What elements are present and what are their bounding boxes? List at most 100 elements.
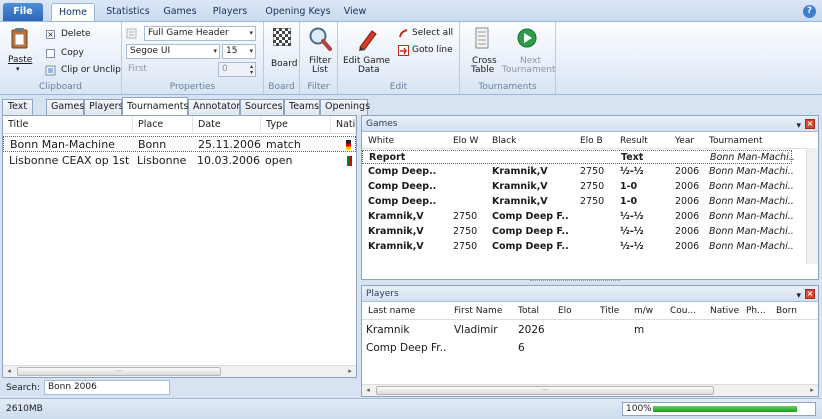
column-year[interactable]: Year (675, 133, 694, 149)
tab-opening-keys[interactable]: Opening Keys (262, 3, 334, 22)
game-year: 2006 (675, 211, 700, 222)
copy-button[interactable]: Copy (38, 47, 118, 60)
tab-doc-players[interactable]: Players (84, 99, 124, 115)
tab-statistics[interactable]: Statistics (100, 3, 156, 22)
tournament-row[interactable]: Lisbonne CEAX op 1st Lisbonne 10.03.2006… (3, 153, 356, 169)
board-group-title: Board (268, 82, 295, 92)
edit-group: Edit Game Data Select all Goto line Edit (338, 22, 460, 94)
tab-openings[interactable]: Openings (320, 99, 370, 115)
next-tournament-button[interactable]: Next Tournament (500, 25, 555, 75)
scroll-thumb[interactable]: ⋯ (17, 367, 221, 376)
tab-text[interactable]: Text (2, 99, 33, 115)
first-label: First (128, 64, 147, 74)
player-total: 6 (518, 342, 525, 354)
game-row[interactable]: Comp Deep.. Kramnik,V 2750 ½-½ 2006 Bonn Man-… (362, 165, 793, 179)
column-born[interactable]: Born (776, 303, 797, 320)
tab-teams[interactable]: Teams (284, 99, 320, 115)
tab-view[interactable]: View (340, 3, 370, 22)
goto-line-button[interactable]: Goto line (396, 44, 458, 58)
paste-button[interactable]: Paste ▾ (4, 25, 34, 77)
column-type[interactable]: Type (261, 116, 331, 134)
game-tournament: Bonn Man-Machi.. (709, 196, 793, 207)
scroll-thumb[interactable]: ⋯ (376, 386, 714, 395)
column-mw[interactable]: m/w (634, 303, 653, 320)
players-horizontal-scrollbar[interactable]: ◂ ⋯ ▸ (362, 384, 818, 396)
game-row[interactable]: Comp Deep.. Kramnik,V 2750 1-0 2006 Bonn Man-… (362, 195, 793, 209)
column-elo-w[interactable]: Elo W (453, 133, 478, 149)
filter-group: Filter List Filter (300, 22, 338, 94)
column-result[interactable]: Result (620, 133, 648, 149)
game-result: ½-½ (620, 241, 644, 252)
board-button[interactable]: Board (266, 25, 298, 73)
header-style-combo[interactable]: Full Game Header ▾ (144, 26, 256, 41)
help-icon[interactable]: ? (803, 5, 816, 18)
game-tournament: Bonn Man-Machi.. (709, 226, 793, 237)
tab-doc-games[interactable]: Games (46, 99, 84, 115)
clip-or-unclip-button[interactable]: Clip or Unclip (38, 64, 121, 77)
column-player-title[interactable]: Title (600, 303, 619, 320)
pane-splitter[interactable] (530, 280, 620, 283)
player-row[interactable]: Kramnik Vladimir 2026 m (362, 322, 792, 339)
players-panel-header: Players ▾ × (362, 286, 818, 302)
column-nation[interactable]: Nati (331, 116, 356, 134)
column-native[interactable]: Native (710, 303, 739, 320)
search-input[interactable]: Bonn 2006 (44, 380, 170, 395)
tournament-list-header: Title Place Date Type Nati (3, 116, 356, 134)
game-row[interactable]: Kramnik,V 2750 Comp Deep F.. ½-½ 2006 Bonn Ma… (362, 240, 793, 254)
font-size-combo[interactable]: 15 ▾ (222, 44, 256, 59)
cross-table-button[interactable]: Cross Table (464, 25, 500, 75)
column-title[interactable]: Title (3, 116, 133, 134)
first-stepper[interactable]: 0 ▴ ▾ (218, 62, 256, 77)
column-total[interactable]: Total (518, 303, 539, 320)
tab-sources[interactable]: Sources (240, 99, 284, 115)
ribbon-tab-bar: File Home Statistics Games Players Openi… (0, 0, 822, 22)
tab-games[interactable]: Games (160, 3, 200, 22)
scroll-left-icon[interactable]: ◂ (3, 366, 15, 377)
dropdown-icon[interactable]: ▾ (796, 118, 801, 134)
player-first-name: Vladimir (454, 324, 498, 336)
tournament-date: 25.11.2006 (198, 138, 261, 151)
column-elo[interactable]: Elo (558, 303, 572, 320)
horizontal-scrollbar[interactable]: ◂ ⋯ ▸ (3, 365, 356, 377)
tournament-row[interactable]: Bonn Man-Machine Bonn 25.11.2006 match (3, 136, 356, 152)
paste-label: Paste (8, 55, 33, 65)
tab-annotator[interactable]: Annotator (188, 99, 240, 115)
game-row[interactable]: Comp Deep.. Kramnik,V 2750 1-0 2006 Bonn Man-… (362, 180, 793, 194)
tab-file[interactable]: File (3, 3, 43, 22)
status-bar: 2610MB 100% (0, 398, 822, 419)
game-row[interactable]: Kramnik,V 2750 Comp Deep F.. ½-½ 2006 Bonn Ma… (362, 225, 793, 239)
goto-line-label: Goto line (412, 45, 453, 55)
game-elo-w: 2750 (453, 226, 478, 237)
close-icon[interactable]: × (805, 289, 815, 299)
delete-button[interactable]: × Delete (38, 28, 118, 41)
tab-players[interactable]: Players (208, 3, 252, 22)
column-last-name[interactable]: Last name (368, 303, 415, 320)
dropdown-icon[interactable]: ▾ (796, 288, 801, 304)
column-black[interactable]: Black (492, 133, 516, 149)
column-place[interactable]: Place (133, 116, 193, 134)
column-tournament[interactable]: Tournament (709, 133, 762, 149)
tab-home[interactable]: Home (51, 3, 95, 22)
scroll-right-icon[interactable]: ▸ (344, 366, 356, 377)
close-icon[interactable]: × (805, 119, 815, 129)
column-country[interactable]: Cou... (670, 303, 696, 320)
tournament-place: Lisbonne (137, 154, 187, 167)
column-date[interactable]: Date (193, 116, 261, 134)
player-row[interactable]: Comp Deep Fr.. 6 (362, 340, 792, 357)
scroll-right-icon[interactable]: ▸ (806, 385, 818, 396)
tab-tournaments[interactable]: Tournaments (122, 97, 188, 115)
select-all-button[interactable]: Select all (396, 27, 458, 41)
column-first-name[interactable]: First Name (454, 303, 502, 320)
filter-list-button[interactable]: Filter List (302, 25, 336, 75)
column-photo[interactable]: Ph... (746, 303, 766, 320)
vertical-scrollbar[interactable] (806, 148, 818, 264)
board-icon (273, 28, 291, 46)
game-row[interactable]: Report Text Bonn Man-Machi.. (362, 150, 794, 164)
game-row[interactable]: Kramnik,V 2750 Comp Deep F.. ½-½ 2006 Bonn Ma… (362, 210, 793, 224)
edit-game-data-button[interactable]: Edit Game Data (340, 25, 394, 75)
column-white[interactable]: White (368, 133, 394, 149)
game-white: Report (369, 152, 406, 163)
font-combo[interactable]: Segoe UI ▾ (126, 44, 220, 59)
scroll-left-icon[interactable]: ◂ (362, 385, 374, 396)
column-elo-b[interactable]: Elo B (580, 133, 603, 149)
